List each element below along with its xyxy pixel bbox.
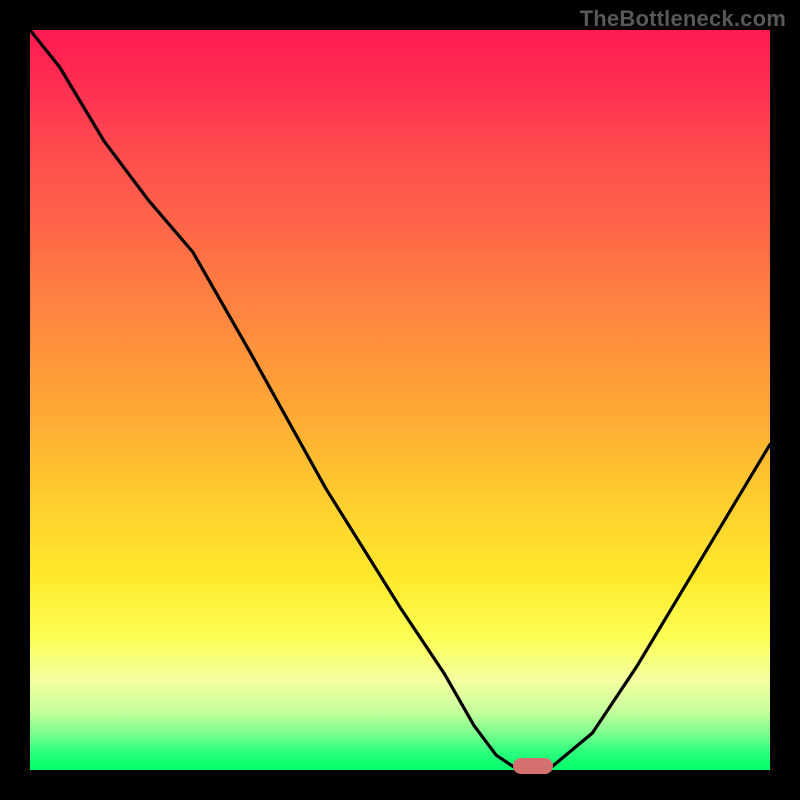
watermark-text: TheBottleneck.com [580,6,786,32]
optimal-marker [513,758,553,774]
bottleneck-curve [30,30,770,770]
plot-area [30,30,770,770]
